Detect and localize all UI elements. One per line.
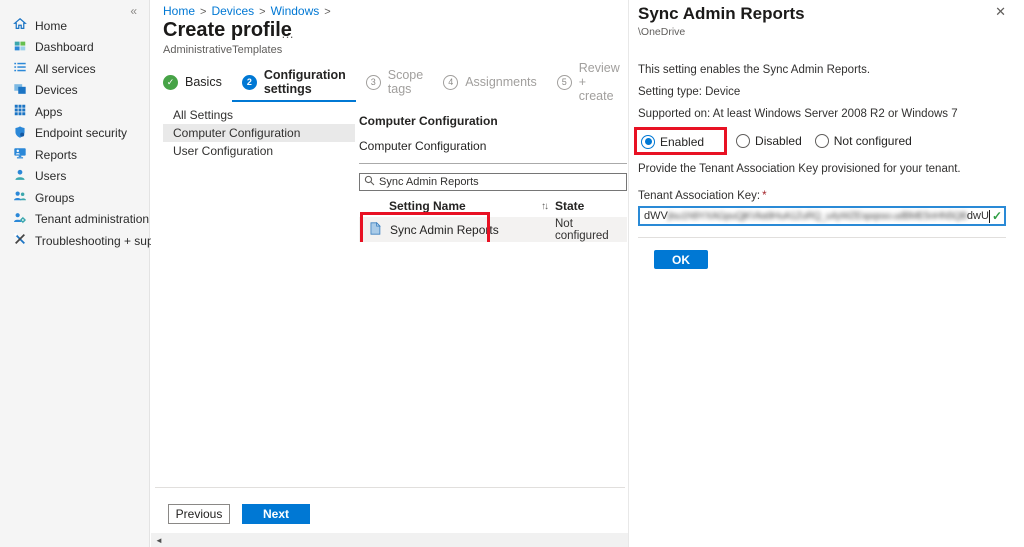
- state-cell: Not configured: [555, 217, 609, 242]
- wizard-steps: ✓ Basics 2 Configuration settings 3 Scop…: [163, 61, 630, 103]
- radio-button-icon: [736, 134, 751, 148]
- step-number-icon: 3: [365, 74, 381, 90]
- tenant-association-key-input[interactable]: dWV jIsu1N9YXAGpuQjKVka9HuA1ZuRQ_u4yWZEs…: [638, 206, 1006, 226]
- reports-icon: [13, 146, 27, 163]
- page-title: Create profile: [163, 19, 292, 41]
- step-configuration-settings[interactable]: 2 Configuration settings: [231, 68, 356, 102]
- users-icon: [13, 168, 27, 185]
- setting-name-cell: Sync Admin Reports: [390, 222, 499, 237]
- main-content: Home > Devices > Windows > Create profile … A…: [151, 0, 628, 547]
- home-icon: [13, 17, 27, 34]
- instruction-text: Provide the Tenant Association Key provi…: [638, 163, 961, 175]
- groups-icon: [13, 189, 27, 206]
- setting-detail-panel: ✕ Sync Admin Reports \OneDrive This sett…: [628, 0, 1024, 547]
- table-row[interactable]: Sync Admin Reports Not configured: [359, 212, 627, 242]
- step-basics[interactable]: ✓ Basics: [163, 74, 232, 96]
- scroll-left-icon[interactable]: ◄: [155, 536, 163, 545]
- breadcrumb-separator: >: [200, 6, 207, 18]
- divider: [359, 163, 627, 164]
- step-review-create[interactable]: 5 Review + create: [547, 61, 630, 109]
- setting-description: This setting enables the Sync Admin Repo…: [638, 64, 871, 76]
- ok-button[interactable]: OK: [654, 250, 708, 269]
- search-input[interactable]: [379, 176, 622, 188]
- configuration-area: Computer Configuration Computer Configur…: [359, 106, 627, 242]
- key-value-suffix: dwU: [966, 210, 989, 222]
- sidebar-item-tenant-administration[interactable]: Tenant administration: [0, 209, 149, 231]
- radio-disabled[interactable]: Disabled: [736, 134, 802, 148]
- group-expander[interactable]: Computer Configuration: [359, 139, 627, 153]
- close-icon[interactable]: ✕: [995, 4, 1006, 20]
- step-assignments[interactable]: 4 Assignments: [433, 74, 547, 96]
- sidebar-item-all-services[interactable]: All services: [0, 58, 149, 80]
- panel-title: Sync Admin Reports: [638, 4, 805, 23]
- breadcrumb: Home > Devices > Windows >: [163, 4, 336, 18]
- radio-button-icon: [814, 134, 829, 148]
- breadcrumb-separator: >: [259, 6, 266, 18]
- sidebar-item-troubleshooting[interactable]: Troubleshooting + support: [0, 230, 174, 252]
- left-sidebar: « Home Dashboard All services Devices Ap…: [0, 0, 174, 547]
- column-setting-name[interactable]: Setting Name ↑↓: [359, 199, 555, 213]
- all-services-icon: [13, 60, 27, 77]
- table-header: Setting Name ↑↓ State ↑↓: [359, 195, 627, 217]
- nav-user-configuration[interactable]: User Configuration: [163, 142, 355, 160]
- sidebar-item-dashboard[interactable]: Dashboard: [0, 37, 149, 59]
- section-heading: Computer Configuration: [359, 114, 498, 128]
- sidebar-item-users[interactable]: Users: [0, 166, 149, 188]
- sidebar-item-home[interactable]: Home: [0, 15, 149, 37]
- breadcrumb-windows[interactable]: Windows: [271, 4, 320, 18]
- radio-not-configured[interactable]: Not configured: [814, 134, 912, 148]
- text-cursor: [988, 209, 990, 223]
- supported-on: Supported on: At least Windows Server 20…: [638, 108, 958, 120]
- search-icon: [364, 173, 375, 191]
- previous-button[interactable]: Previous: [168, 504, 230, 524]
- setting-type: Setting type: Device: [638, 86, 741, 98]
- radio-button-icon: [641, 134, 655, 149]
- settings-nav: All Settings Computer Configuration User…: [163, 106, 355, 160]
- sidebar-item-groups[interactable]: Groups: [0, 187, 149, 209]
- next-button[interactable]: Next: [242, 504, 310, 524]
- validation-check-icon: ✓: [991, 209, 1002, 223]
- radio-enabled[interactable]: Enabled: [641, 134, 704, 149]
- sidebar-item-devices[interactable]: Devices: [0, 80, 149, 102]
- key-value-redacted: jIsu1N9YXAGpuQjKVka9HuA1ZuRQ_u4yWZEspqss…: [667, 210, 967, 222]
- troubleshooting-icon: [13, 232, 27, 249]
- breadcrumb-devices[interactable]: Devices: [211, 4, 254, 18]
- sort-icon[interactable]: ↑↓: [541, 201, 549, 212]
- document-icon: [369, 221, 381, 238]
- horizontal-scrollbar[interactable]: ◄: [151, 533, 628, 547]
- devices-icon: [13, 82, 27, 99]
- endpoint-security-icon: [13, 125, 27, 142]
- panel-path: \OneDrive: [638, 26, 686, 38]
- breadcrumb-separator: >: [324, 6, 331, 18]
- nav-computer-configuration[interactable]: Computer Configuration: [163, 124, 355, 142]
- divider: [638, 237, 1006, 238]
- step-number-icon: 2: [241, 74, 257, 90]
- state-radio-group: Enabled Disabled Not configured: [634, 127, 1006, 155]
- sidebar-item-endpoint-security[interactable]: Endpoint security: [0, 123, 149, 145]
- tenant-key-label: Tenant Association Key: *: [638, 190, 767, 202]
- sidebar-item-apps[interactable]: Apps: [0, 101, 149, 123]
- required-asterisk: *: [762, 190, 767, 202]
- key-value-prefix: dWV: [644, 210, 668, 222]
- check-circle-icon: ✓: [163, 74, 178, 90]
- step-number-icon: 5: [556, 74, 572, 90]
- step-scope-tags[interactable]: 3 Scope tags: [356, 68, 433, 102]
- apps-icon: [13, 103, 27, 120]
- dashboard-icon: [13, 39, 27, 56]
- step-number-icon: 4: [443, 74, 459, 90]
- nav-all-settings[interactable]: All Settings: [163, 106, 355, 124]
- tenant-administration-icon: [13, 211, 27, 228]
- more-options-icon[interactable]: …: [281, 26, 295, 41]
- breadcrumb-home[interactable]: Home: [163, 4, 195, 18]
- column-state[interactable]: State ↑↓: [555, 199, 627, 213]
- sidebar-item-reports[interactable]: Reports: [0, 144, 149, 166]
- settings-search: [359, 173, 627, 191]
- divider: [155, 487, 625, 488]
- page-subtitle: AdministrativeTemplates: [163, 44, 283, 56]
- annotation-rectangle: Enabled: [634, 127, 728, 155]
